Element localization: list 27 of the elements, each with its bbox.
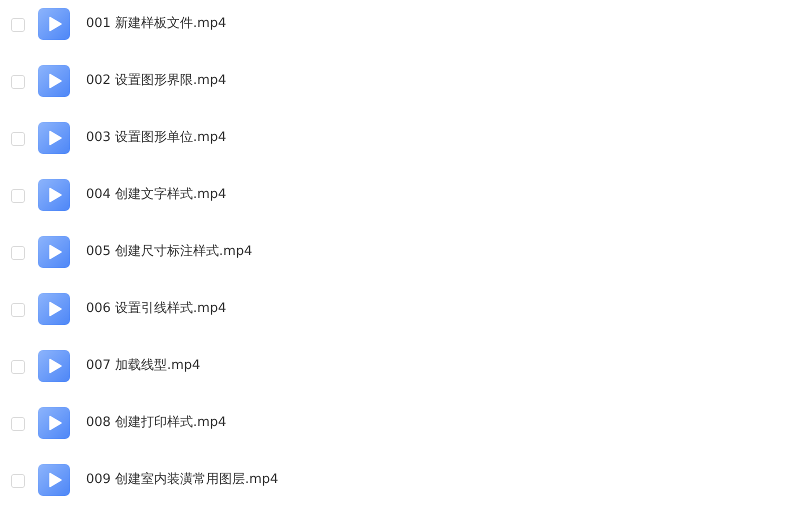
video-play-icon — [38, 407, 70, 439]
file-name[interactable]: 005 创建尺寸标注样式.mp4 — [86, 236, 252, 268]
checkbox[interactable] — [11, 474, 25, 488]
checkbox[interactable] — [11, 360, 25, 374]
checkbox[interactable] — [11, 417, 25, 431]
video-play-icon — [38, 464, 70, 496]
checkbox[interactable] — [11, 75, 25, 89]
checkbox[interactable] — [11, 132, 25, 146]
file-name[interactable]: 001 新建样板文件.mp4 — [86, 8, 226, 40]
video-play-icon — [38, 350, 70, 382]
checkbox[interactable] — [11, 18, 25, 32]
file-name[interactable]: 004 创建文字样式.mp4 — [86, 179, 226, 211]
video-play-icon — [38, 236, 70, 268]
file-name[interactable]: 008 创建打印样式.mp4 — [86, 407, 226, 439]
file-name[interactable]: 007 加载线型.mp4 — [86, 350, 200, 382]
video-play-icon — [38, 8, 70, 40]
file-name[interactable]: 006 设置引线样式.mp4 — [86, 293, 226, 325]
video-play-icon — [38, 179, 70, 211]
file-name[interactable]: 003 设置图形单位.mp4 — [86, 122, 226, 154]
video-play-icon — [38, 293, 70, 325]
video-play-icon — [38, 65, 70, 97]
file-name[interactable]: 002 设置图形界限.mp4 — [86, 65, 226, 97]
video-play-icon — [38, 122, 70, 154]
checkbox[interactable] — [11, 246, 25, 260]
file-name[interactable]: 009 创建室内装潢常用图层.mp4 — [86, 464, 278, 496]
checkbox[interactable] — [11, 303, 25, 317]
checkbox[interactable] — [11, 189, 25, 203]
